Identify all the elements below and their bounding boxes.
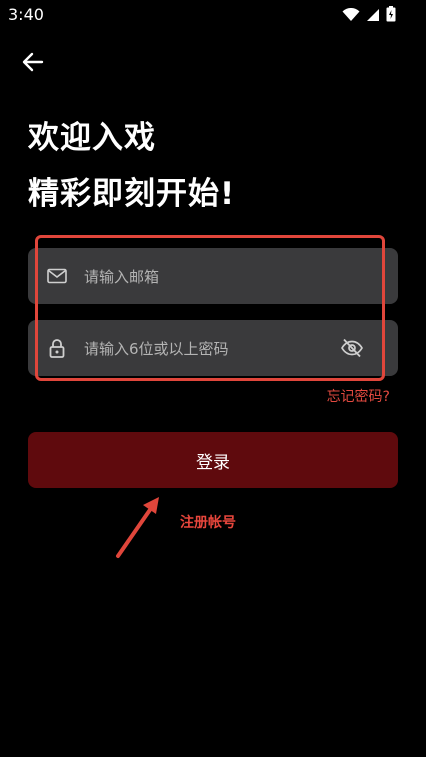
status-icons	[342, 6, 396, 26]
battery-icon	[386, 6, 396, 26]
wifi-icon	[342, 7, 360, 26]
login-button[interactable]: 登录	[28, 432, 398, 488]
status-bar: 3:40	[0, 0, 426, 30]
annotation-highlight-box	[35, 235, 385, 381]
arrow-left-icon	[18, 52, 48, 80]
annotation-arrow-icon	[116, 497, 159, 558]
signal-icon	[366, 7, 380, 26]
page-title-line2: 精彩即刻开始!	[28, 176, 236, 212]
back-button[interactable]	[18, 48, 48, 76]
forgot-password-link[interactable]: 忘记密码?	[327, 386, 390, 406]
register-account-link[interactable]: 注册帐号	[180, 512, 236, 532]
page-title-line1: 欢迎入戏	[28, 120, 156, 156]
status-time: 3:40	[8, 5, 44, 24]
